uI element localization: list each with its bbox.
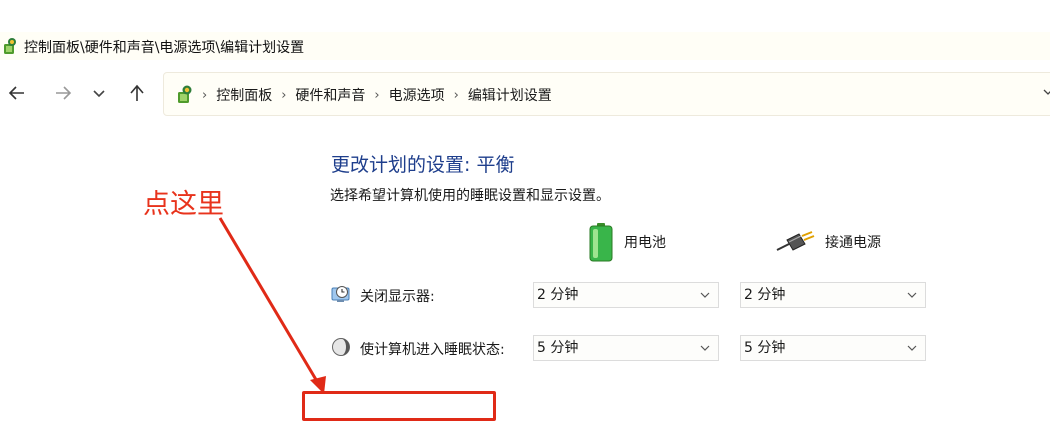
chevron-down-icon bbox=[700, 345, 710, 351]
control-panel-icon bbox=[178, 85, 192, 103]
select-value: 5 分钟 bbox=[537, 340, 579, 356]
breadcrumb-separator: › bbox=[453, 87, 459, 103]
address-dropdown-icon[interactable] bbox=[1042, 86, 1050, 98]
battery-column-label: 用电池 bbox=[624, 235, 666, 251]
breadcrumb-separator: › bbox=[374, 87, 380, 103]
address-bar[interactable]: › 控制面板 › 硬件和声音 › 电源选项 › 编辑计划设置 bbox=[163, 72, 1050, 116]
arrow-up-icon bbox=[130, 84, 144, 101]
back-button[interactable] bbox=[6, 82, 28, 104]
select-value: 2 分钟 bbox=[537, 287, 579, 303]
breadcrumb-hardware-sound[interactable]: 硬件和声音 bbox=[295, 85, 365, 105]
annotation-text: 点这里 bbox=[143, 189, 224, 220]
breadcrumb-control-panel[interactable]: 控制面板 bbox=[216, 85, 272, 105]
column-header-battery: 用电池 bbox=[588, 222, 666, 262]
breadcrumb-power-options[interactable]: 电源选项 bbox=[389, 85, 445, 105]
power-plug-icon bbox=[776, 231, 815, 251]
setting-label-sleep: 使计算机进入睡眠状态: bbox=[360, 342, 505, 358]
arrow-left-icon bbox=[8, 86, 24, 100]
display-off-battery-select[interactable]: 2 分钟 bbox=[533, 282, 719, 308]
navigation-bar: › 控制面板 › 硬件和声音 › 电源选项 › 编辑计划设置 bbox=[0, 72, 1050, 116]
arrow-right-icon bbox=[56, 86, 72, 100]
display-off-plugged-select[interactable]: 2 分钟 bbox=[740, 282, 926, 308]
window-title: 控制面板\硬件和声音\电源选项\编辑计划设置 bbox=[24, 40, 305, 56]
moon-icon bbox=[332, 338, 350, 356]
page-description: 选择希望计算机使用的睡眠设置和显示设置。 bbox=[330, 188, 610, 204]
breadcrumb-separator: › bbox=[281, 87, 287, 103]
monitor-clock-icon bbox=[331, 286, 350, 302]
forward-button[interactable] bbox=[52, 82, 74, 104]
select-value: 2 分钟 bbox=[744, 287, 786, 303]
title-bar: 控制面板\硬件和声音\电源选项\编辑计划设置 bbox=[0, 32, 1050, 60]
battery-icon bbox=[589, 223, 613, 262]
chevron-down-icon bbox=[907, 345, 917, 351]
chevron-down-icon bbox=[93, 90, 105, 98]
page-title: 更改计划的设置: 平衡 bbox=[331, 154, 515, 176]
chevron-down-icon bbox=[907, 292, 917, 298]
control-panel-icon bbox=[4, 38, 16, 54]
up-button[interactable] bbox=[126, 82, 148, 104]
setting-label-display-off: 关闭显示器: bbox=[360, 289, 435, 305]
breadcrumb-separator: › bbox=[202, 87, 208, 103]
breadcrumb-edit-plan-settings[interactable]: 编辑计划设置 bbox=[468, 85, 552, 105]
select-value: 5 分钟 bbox=[744, 340, 786, 356]
annotation-highlight-box bbox=[302, 391, 496, 421]
sleep-battery-select[interactable]: 5 分钟 bbox=[533, 335, 719, 361]
recent-locations-button[interactable] bbox=[88, 82, 110, 104]
plugged-in-column-label: 接通电源 bbox=[825, 235, 881, 251]
chevron-down-icon bbox=[700, 292, 710, 298]
sleep-plugged-select[interactable]: 5 分钟 bbox=[740, 335, 926, 361]
column-header-plugged-in: 接通电源 bbox=[775, 222, 881, 262]
breadcrumb: › 控制面板 › 硬件和声音 › 电源选项 › 编辑计划设置 bbox=[202, 85, 552, 105]
